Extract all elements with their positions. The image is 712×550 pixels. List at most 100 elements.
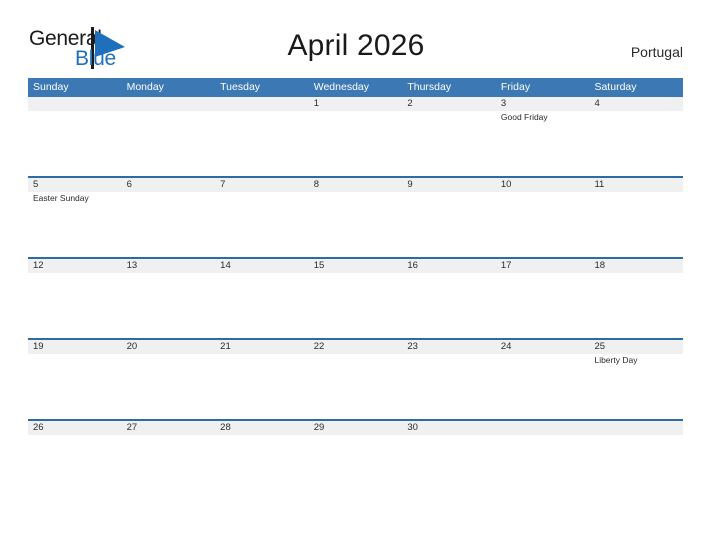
calendar-week-row: 5 6 7 8 9 10 11 Easter Sunday xyxy=(28,176,683,257)
day-body-strip xyxy=(28,273,683,338)
day-number-29[interactable]: 29 xyxy=(309,421,403,435)
day-number-9[interactable]: 9 xyxy=(402,178,496,192)
day-number-strip: 12 13 14 15 16 17 18 xyxy=(28,259,683,273)
day-number-4[interactable]: 4 xyxy=(589,97,683,111)
calendar-week-row: 26 27 28 29 30 xyxy=(28,419,683,500)
day-number-22[interactable]: 22 xyxy=(309,340,403,354)
weekday-header-friday: Friday xyxy=(500,81,531,93)
day-cell-22[interactable] xyxy=(309,354,403,419)
page-header: General Blue April 2026 Portugal xyxy=(0,0,712,76)
day-cell-empty xyxy=(28,111,122,176)
day-cell-10[interactable] xyxy=(496,192,590,257)
day-number-28[interactable]: 28 xyxy=(215,421,309,435)
day-number-16[interactable]: 16 xyxy=(402,259,496,273)
day-cell-15[interactable] xyxy=(309,273,403,338)
day-cell-17[interactable] xyxy=(496,273,590,338)
calendar-weeks: 1 2 3 4 Good Friday 5 6 7 8 9 10 11 Easter Sunday 12 1… xyxy=(28,97,683,500)
day-number-15[interactable]: 15 xyxy=(309,259,403,273)
calendar-week-row: 19 20 21 22 23 24 25 Liberty Day xyxy=(28,338,683,419)
day-cell-23[interactable] xyxy=(402,354,496,419)
day-cell-14[interactable] xyxy=(215,273,309,338)
day-cell-27[interactable] xyxy=(122,435,216,500)
day-number-17[interactable]: 17 xyxy=(496,259,590,273)
day-cell-12[interactable] xyxy=(28,273,122,338)
day-cell-26[interactable] xyxy=(28,435,122,500)
day-cell-18[interactable] xyxy=(589,273,683,338)
day-cell-13[interactable] xyxy=(122,273,216,338)
day-number-20[interactable]: 20 xyxy=(122,340,216,354)
weekday-header-monday: Monday xyxy=(126,81,164,93)
day-cell-9[interactable] xyxy=(402,192,496,257)
day-number-10[interactable]: 10 xyxy=(496,178,590,192)
day-cell-21[interactable] xyxy=(215,354,309,419)
day-number-11[interactable]: 11 xyxy=(589,178,683,192)
day-number-21[interactable]: 21 xyxy=(215,340,309,354)
day-number-26[interactable]: 26 xyxy=(28,421,122,435)
day-number-7[interactable]: 7 xyxy=(215,178,309,192)
day-body-strip: Easter Sunday xyxy=(28,192,683,257)
day-cell-empty xyxy=(589,435,683,500)
holiday-event-label: Good Friday xyxy=(500,112,548,122)
day-number-18[interactable]: 18 xyxy=(589,259,683,273)
day-cell-7[interactable] xyxy=(215,192,309,257)
day-number-strip: 26 27 28 29 30 xyxy=(28,421,683,435)
day-number-empty xyxy=(122,97,216,111)
day-cell-28[interactable] xyxy=(215,435,309,500)
day-number-empty xyxy=(589,421,683,435)
weekday-header-wednesday: Wednesday xyxy=(313,81,369,93)
day-cell-24[interactable] xyxy=(496,354,590,419)
day-cell-4[interactable] xyxy=(589,111,683,176)
day-cell-empty xyxy=(215,111,309,176)
weekday-header-tuesday: Tuesday xyxy=(220,81,261,93)
day-cell-30[interactable] xyxy=(402,435,496,500)
day-number-5[interactable]: 5 xyxy=(28,178,122,192)
day-number-3[interactable]: 3 xyxy=(496,97,590,111)
day-cell-2[interactable] xyxy=(402,111,496,176)
day-number-empty xyxy=(496,421,590,435)
country-label: Portugal xyxy=(630,44,683,60)
day-body-strip xyxy=(28,435,683,500)
weekday-header-thursday: Thursday xyxy=(407,81,452,93)
day-number-13[interactable]: 13 xyxy=(122,259,216,273)
day-body-strip: Liberty Day xyxy=(28,354,683,419)
page-title: April 2026 xyxy=(287,29,425,62)
day-number-1[interactable]: 1 xyxy=(309,97,403,111)
day-cell-19[interactable] xyxy=(28,354,122,419)
day-number-6[interactable]: 6 xyxy=(122,178,216,192)
weekday-header-saturday: Saturday xyxy=(594,81,637,93)
day-body-strip: Good Friday xyxy=(28,111,683,176)
day-number-25[interactable]: 25 xyxy=(589,340,683,354)
day-cell-empty xyxy=(496,435,590,500)
day-number-14[interactable]: 14 xyxy=(215,259,309,273)
day-number-empty xyxy=(28,97,122,111)
day-number-strip: 19 20 21 22 23 24 25 xyxy=(28,340,683,354)
day-number-empty xyxy=(215,97,309,111)
day-number-strip: 5 6 7 8 9 10 11 xyxy=(28,178,683,192)
day-number-12[interactable]: 12 xyxy=(28,259,122,273)
day-cell-20[interactable] xyxy=(122,354,216,419)
day-cell-3[interactable]: Good Friday xyxy=(496,111,590,176)
weekday-header-sunday: Sunday xyxy=(33,81,69,93)
day-number-30[interactable]: 30 xyxy=(402,421,496,435)
day-cell-11[interactable] xyxy=(589,192,683,257)
calendar-week-row: 1 2 3 4 Good Friday xyxy=(28,97,683,176)
day-cell-8[interactable] xyxy=(309,192,403,257)
day-cell-29[interactable] xyxy=(309,435,403,500)
day-number-8[interactable]: 8 xyxy=(309,178,403,192)
day-number-23[interactable]: 23 xyxy=(402,340,496,354)
day-cell-empty xyxy=(122,111,216,176)
day-cell-25[interactable]: Liberty Day xyxy=(589,354,683,419)
calendar-week-row: 12 13 14 15 16 17 18 xyxy=(28,257,683,338)
calendar-grid: Sunday Monday Tuesday Wednesday Thursday Frid… xyxy=(28,78,683,500)
day-number-24[interactable]: 24 xyxy=(496,340,590,354)
day-number-19[interactable]: 19 xyxy=(28,340,122,354)
day-cell-16[interactable] xyxy=(402,273,496,338)
day-number-27[interactable]: 27 xyxy=(122,421,216,435)
holiday-event-label: Easter Sunday xyxy=(33,193,89,203)
day-cell-5[interactable]: Easter Sunday xyxy=(28,192,122,257)
day-number-2[interactable]: 2 xyxy=(402,97,496,111)
weekday-header-row: Sunday Monday Tuesday Wednesday Thursday Frid… xyxy=(28,78,683,97)
day-cell-1[interactable] xyxy=(309,111,403,176)
holiday-event-label: Liberty Day xyxy=(594,355,638,365)
day-cell-6[interactable] xyxy=(122,192,216,257)
